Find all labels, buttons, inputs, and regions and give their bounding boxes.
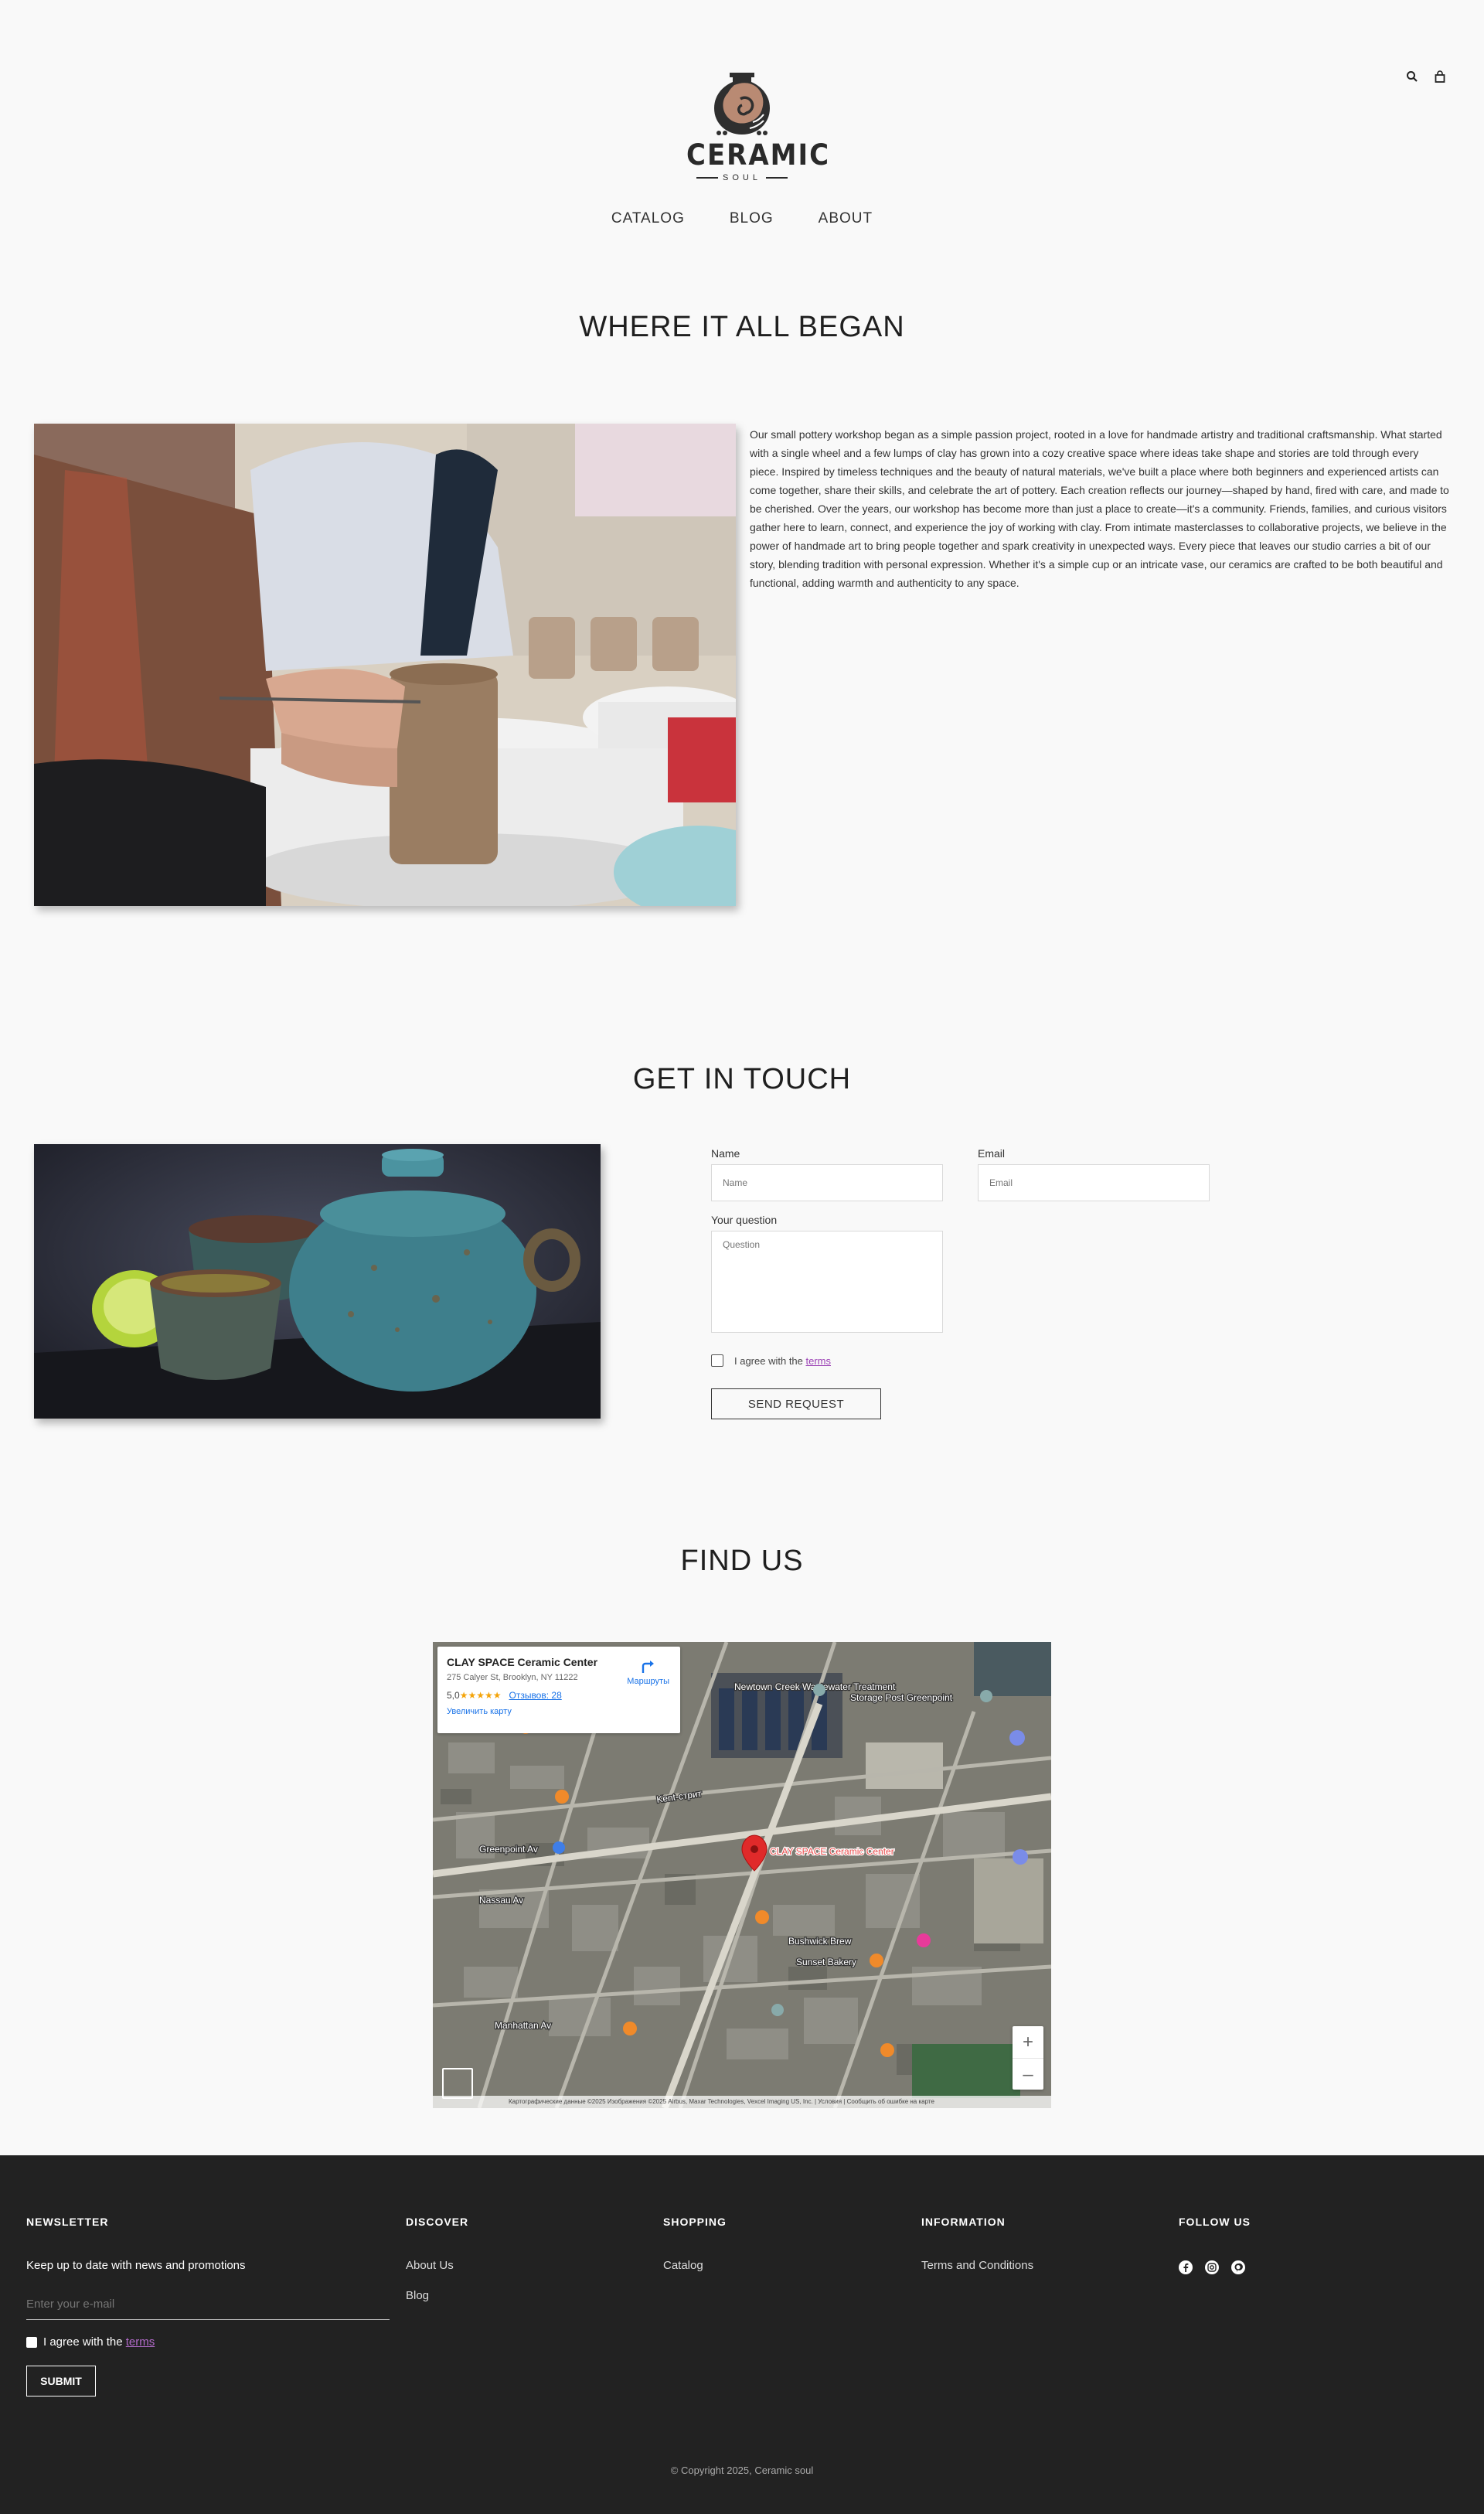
zoom-out-button[interactable]: – xyxy=(1013,2059,1043,2090)
brand-name: CERAMIC xyxy=(686,138,831,172)
svg-text:Greenpoint Av: Greenpoint Av xyxy=(479,1844,538,1855)
newsletter-text: Keep up to date with news and promotions xyxy=(26,2259,246,2272)
information-section: INFORMATION Terms and Conditions xyxy=(921,2216,1033,2272)
discover-section: DISCOVER About Us Blog xyxy=(406,2216,468,2302)
teapot-photo xyxy=(34,1144,601,1419)
svg-text:Nassau Av: Nassau Av xyxy=(479,1895,523,1906)
newsletter-terms-link[interactable]: terms xyxy=(126,2335,155,2349)
directions-icon xyxy=(642,1661,654,1673)
facebook-icon[interactable] xyxy=(1179,2260,1193,2274)
search-icon[interactable] xyxy=(1405,70,1419,83)
footer-link-catalog[interactable]: Catalog xyxy=(663,2259,727,2272)
story-title: WHERE IT ALL BEGAN xyxy=(579,311,905,343)
zoom-in-button[interactable]: + xyxy=(1013,2026,1043,2058)
enlarge-map-link[interactable]: Увеличить карту xyxy=(447,1707,671,1716)
brand-subtitle: SOUL xyxy=(686,173,798,182)
place-card: CLAY SPACE Ceramic Center 275 Calyer St,… xyxy=(437,1647,680,1733)
svg-text:Manhattan Av: Manhattan Av xyxy=(495,2020,551,2031)
map-type-toggle[interactable] xyxy=(442,2068,473,2099)
copyright: © Copyright 2025, Ceramic soul xyxy=(670,2465,814,2476)
header-actions xyxy=(1405,70,1447,83)
site-logo[interactable]: CERAMIC SOUL xyxy=(686,68,831,182)
shopping-section: SHOPPING Catalog xyxy=(663,2216,727,2272)
newsletter-section: NEWSLETTER Keep up to date with news and… xyxy=(26,2216,390,2396)
send-request-button[interactable]: SEND REQUEST xyxy=(711,1388,881,1419)
discover-heading: DISCOVER xyxy=(406,2216,469,2228)
follow-heading: FOLLOW US xyxy=(1179,2216,1251,2228)
information-heading: INFORMATION xyxy=(921,2216,1006,2228)
google-map[interactable]: Newtown Creek Wastewater Treatment Stora… xyxy=(433,1642,1051,2108)
shopping-heading: SHOPPING xyxy=(663,2216,727,2228)
pinterest-icon[interactable] xyxy=(1231,2260,1245,2274)
newsletter-agree-checkbox[interactable] xyxy=(26,2336,37,2348)
instagram-icon[interactable] xyxy=(1205,2260,1219,2274)
svg-text:CLAY SPACE Ceramic Center: CLAY SPACE Ceramic Center xyxy=(770,1846,894,1857)
map-title: FIND US xyxy=(680,1545,804,1577)
rating-stars-icon: ★★★★★ xyxy=(459,1690,502,1701)
main-nav: CATALOG BLOG ABOUT xyxy=(0,210,1484,227)
agree-text: I agree with the terms xyxy=(734,1355,831,1367)
email-label: Email xyxy=(978,1147,1006,1160)
reviews-link[interactable]: Отзывов: 28 xyxy=(509,1690,561,1701)
nav-about[interactable]: ABOUT xyxy=(819,210,873,227)
place-rating: 5,0★★★★★ Отзывов: 28 xyxy=(447,1690,562,1701)
story-text: Our small pottery workshop began as a si… xyxy=(750,428,1449,589)
bag-icon[interactable] xyxy=(1433,70,1447,83)
nav-blog[interactable]: BLOG xyxy=(730,210,774,227)
email-input[interactable] xyxy=(978,1164,1210,1201)
footer-link-blog[interactable]: Blog xyxy=(406,2289,468,2302)
agree-checkbox[interactable] xyxy=(711,1354,723,1367)
svg-text:Sunset Bakery: Sunset Bakery xyxy=(796,1957,856,1967)
follow-section: FOLLOW US xyxy=(1179,2216,1251,2274)
contact-title: GET IN TOUCH xyxy=(632,1063,852,1095)
site-footer: NEWSLETTER Keep up to date with news and… xyxy=(0,2155,1484,2514)
newsletter-agree: I agree with the terms xyxy=(26,2335,390,2349)
newsletter-submit-button[interactable]: SUBMIT xyxy=(26,2366,96,2396)
footer-link-about[interactable]: About Us xyxy=(406,2259,468,2272)
name-label: Name xyxy=(711,1147,740,1160)
pottery-wheel-photo xyxy=(34,424,736,906)
terms-link[interactable]: terms xyxy=(806,1355,832,1367)
map-attribution: Картографические данные ©2025 Изображени… xyxy=(433,2096,1051,2108)
svg-text:Bushwick Brew: Bushwick Brew xyxy=(788,1936,852,1947)
name-input[interactable] xyxy=(711,1164,943,1201)
zoom-controls: + – xyxy=(1013,2026,1043,2090)
question-label: Your question xyxy=(711,1214,778,1226)
newsletter-heading: NEWSLETTER xyxy=(26,2216,109,2228)
nav-catalog[interactable]: CATALOG xyxy=(611,210,685,227)
footer-link-terms[interactable]: Terms and Conditions xyxy=(921,2259,1033,2272)
site-header: CERAMIC SOUL CATALOG BLOG ABOUT xyxy=(0,0,1484,255)
vase-logo-icon xyxy=(714,73,770,135)
newsletter-email-input[interactable] xyxy=(26,2289,390,2320)
social-links xyxy=(1179,2260,1251,2274)
directions-button[interactable]: Маршруты xyxy=(627,1657,669,1686)
question-input[interactable] xyxy=(711,1231,943,1333)
svg-text:Storage Post Greenpoint: Storage Post Greenpoint xyxy=(850,1692,953,1703)
